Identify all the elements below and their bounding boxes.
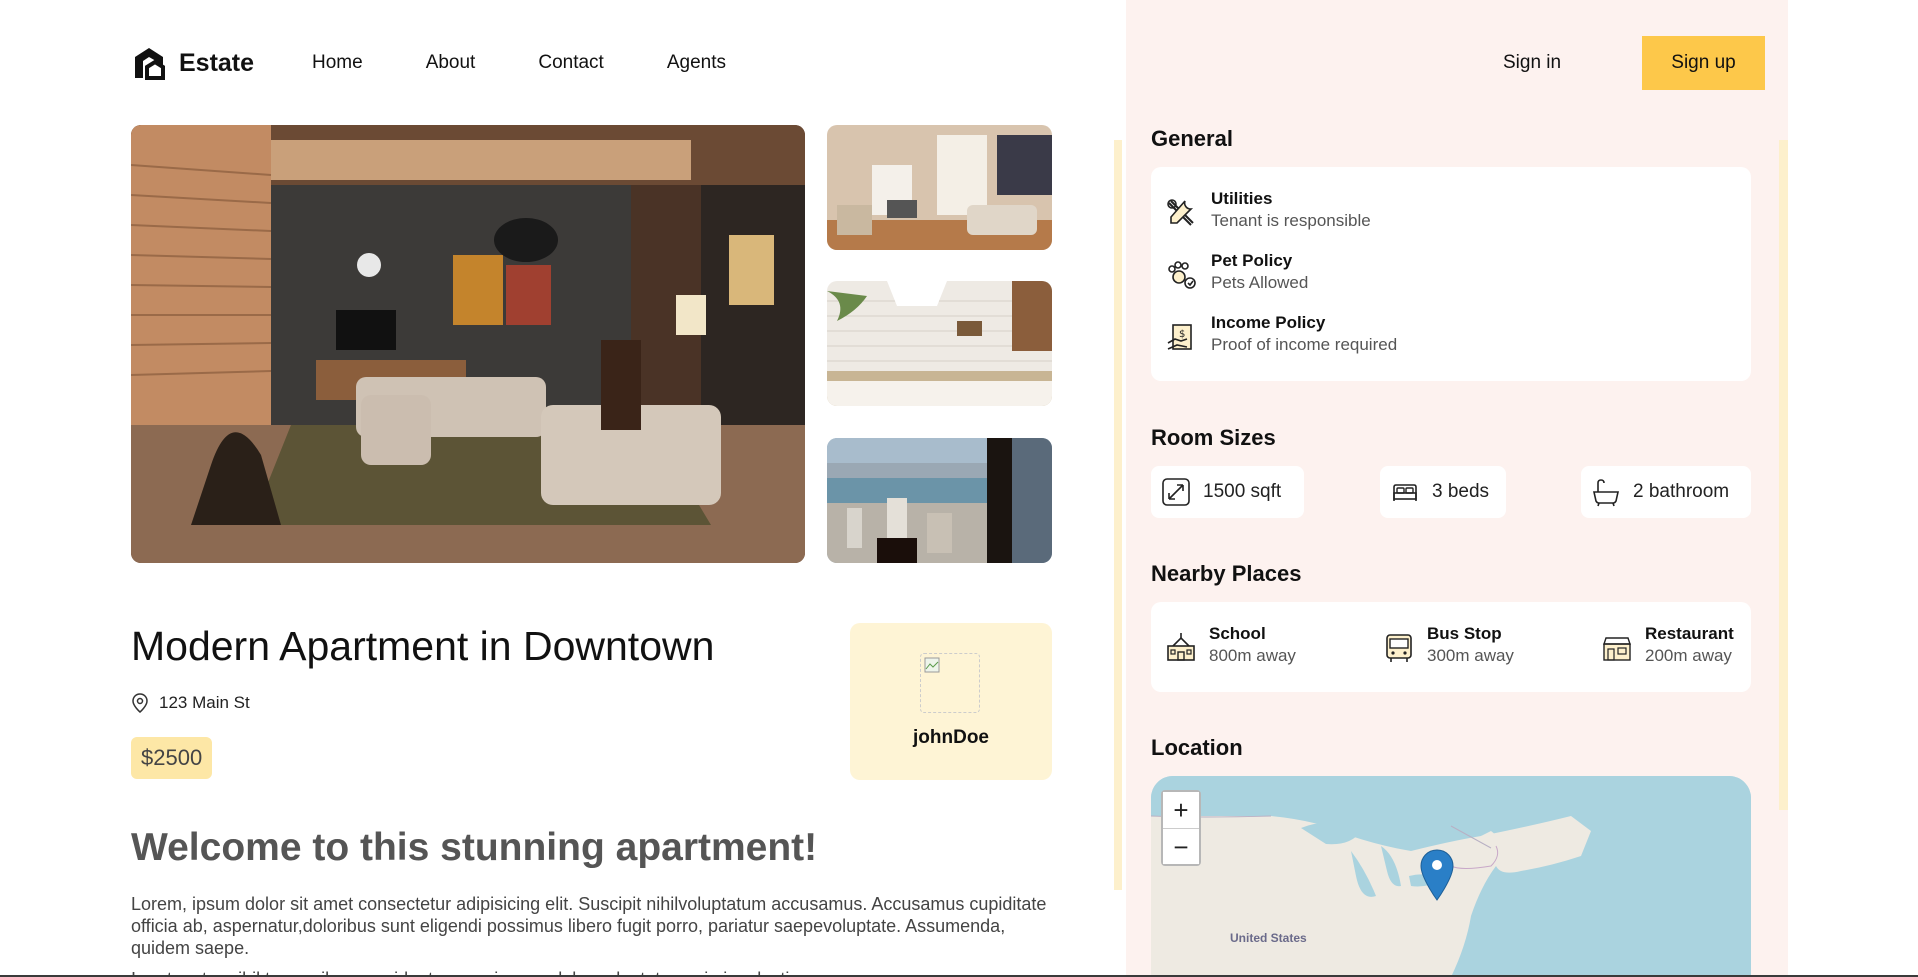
listing-address: 123 Main St xyxy=(131,693,250,713)
general-value: Pets Allowed xyxy=(1211,273,1309,292)
map-zoom-controls: + − xyxy=(1161,790,1201,866)
nearby-item-bus-stop: Bus Stop 300m away xyxy=(1383,624,1514,666)
general-label: Pet Policy xyxy=(1211,251,1293,270)
bus-icon xyxy=(1386,634,1412,662)
general-card: Utilities Tenant is responsible Pet Poli… xyxy=(1151,167,1751,381)
listing-photo-view[interactable] xyxy=(827,438,1052,563)
beds-value: 3 beds xyxy=(1432,481,1490,502)
room-size-beds: 3 beds xyxy=(1380,466,1506,518)
room-size-area: 1500 sqft xyxy=(1151,466,1304,518)
restaurant-icon xyxy=(1603,637,1631,661)
broken-image-icon xyxy=(924,657,940,673)
nearby-card: School 800m away Bus Stop 300m away Rest… xyxy=(1151,602,1751,692)
income-icon: $ xyxy=(1167,324,1192,350)
main-listing-photo[interactable] xyxy=(131,125,805,563)
area-value: 1500 sqft xyxy=(1203,481,1282,502)
room-size-bathrooms: 2 bathroom xyxy=(1581,466,1751,518)
main-nav: Home About Contact Agents xyxy=(312,52,726,74)
nav-home[interactable]: Home xyxy=(312,52,363,74)
brand-name: Estate xyxy=(179,48,255,77)
nearby-item-school: School 800m away xyxy=(1165,624,1296,666)
location-map[interactable]: + − United States xyxy=(1151,776,1751,977)
general-label: Income Policy xyxy=(1211,313,1326,332)
avatar xyxy=(920,653,980,713)
bathrooms-value: 2 bathroom xyxy=(1633,481,1730,502)
bed-icon xyxy=(1393,484,1417,501)
nearby-heading: Nearby Places xyxy=(1151,561,1302,586)
expand-icon xyxy=(1162,478,1190,506)
nearby-label: School xyxy=(1209,624,1266,643)
bathtub-icon xyxy=(1593,479,1619,507)
location-heading: Location xyxy=(1151,735,1243,760)
general-heading: General xyxy=(1151,126,1233,151)
nearby-distance: 200m away xyxy=(1645,646,1732,665)
listing-photo-living[interactable] xyxy=(827,125,1052,250)
tools-icon xyxy=(1167,199,1194,226)
nav-contact[interactable]: Contact xyxy=(538,52,603,74)
nav-agents[interactable]: Agents xyxy=(667,52,726,74)
svg-text:$: $ xyxy=(1179,329,1185,340)
zoom-in-button[interactable]: + xyxy=(1163,792,1199,828)
sign-up-button[interactable]: Sign up xyxy=(1642,36,1765,90)
general-value: Proof of income required xyxy=(1211,335,1398,354)
description-text: Lorem, ipsum dolor sit amet consectetur … xyxy=(131,894,1047,958)
nearby-item-restaurant: Restaurant 200m away xyxy=(1601,624,1734,666)
nearby-label: Restaurant xyxy=(1645,624,1734,643)
address-text: 123 Main St xyxy=(159,693,250,712)
brand-logo[interactable]: Estate xyxy=(131,45,254,81)
general-item-pet-policy: Pet Policy Pets Allowed xyxy=(1165,251,1308,293)
sidebar-right-border xyxy=(1779,140,1788,810)
paw-icon xyxy=(1168,261,1196,289)
agent-card[interactable]: johnDoe xyxy=(850,623,1052,780)
nearby-label: Bus Stop xyxy=(1427,624,1502,643)
room-sizes-heading: Room Sizes xyxy=(1151,425,1276,450)
general-label: Utilities xyxy=(1211,189,1273,208)
sign-in-link[interactable]: Sign in xyxy=(1503,52,1561,74)
sidebar-left-border xyxy=(1114,140,1122,890)
agent-name: johnDoe xyxy=(913,727,989,748)
school-icon xyxy=(1167,633,1195,661)
listing-title: Modern Apartment in Downtown xyxy=(131,623,715,669)
location-pin-icon xyxy=(132,693,148,713)
general-value: Tenant is responsible xyxy=(1211,211,1371,230)
price-badge: $2500 xyxy=(131,737,213,779)
map-country-label: United States xyxy=(1230,931,1307,945)
logo-icon xyxy=(135,48,165,80)
nearby-distance: 300m away xyxy=(1427,646,1514,665)
general-item-utilities: Utilities Tenant is responsible xyxy=(1165,189,1371,231)
nav-about[interactable]: About xyxy=(426,52,476,74)
zoom-out-button[interactable]: − xyxy=(1163,828,1199,864)
nearby-distance: 800m away xyxy=(1209,646,1296,665)
description-heading: Welcome to this stunning apartment! xyxy=(131,826,818,869)
general-item-income-policy: $ Income Policy Proof of income required xyxy=(1165,313,1397,355)
listing-photo-kitchen[interactable] xyxy=(827,281,1052,406)
